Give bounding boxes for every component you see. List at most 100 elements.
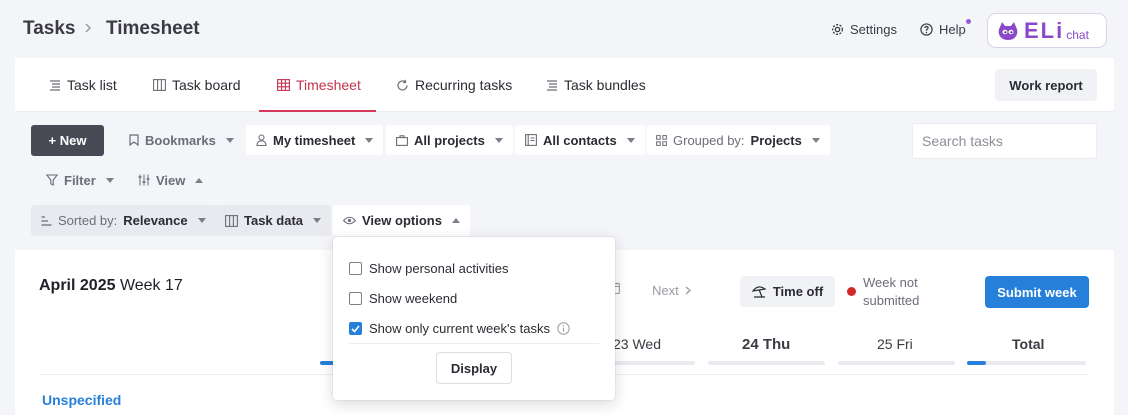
week-status: Week not submitted <box>863 275 920 308</box>
work-report-button[interactable]: Work report <box>995 69 1097 101</box>
view-options-dropdown[interactable]: View options <box>333 205 470 236</box>
tab-label: Task bundles <box>564 77 646 93</box>
total-progress-bar <box>967 361 1086 365</box>
beach-umbrella-icon <box>751 285 767 298</box>
settings-link[interactable]: Settings <box>831 22 897 37</box>
chevron-right-icon <box>685 286 691 295</box>
top-bar: Tasks Timesheet Settings Help ELi chat <box>0 0 1128 58</box>
time-off-label: Time off <box>772 284 824 299</box>
cat-mascot-icon <box>997 21 1019 41</box>
grouped-by-value: Projects <box>750 132 802 148</box>
chevron-right-icon <box>84 23 92 33</box>
month-year: April 2025 <box>39 277 116 294</box>
total-progress-fill <box>967 361 987 365</box>
tab-task-board[interactable]: Task board <box>153 58 240 112</box>
day-progress-bar <box>708 361 825 365</box>
list-icon <box>49 79 61 91</box>
view-options-menu: Show personal activities Show weekend Sh… <box>333 237 615 400</box>
menu-divider <box>349 343 599 344</box>
view-dropdown[interactable]: View <box>128 165 213 195</box>
filter-icon <box>46 174 58 186</box>
caret-down-icon <box>197 218 206 223</box>
user-icon <box>256 134 267 146</box>
day-progress-bar <box>838 361 955 365</box>
eli-chat-label: chat <box>1066 28 1089 42</box>
gear-icon <box>831 23 844 36</box>
status-dot <box>847 287 856 296</box>
sort-icon <box>41 215 52 226</box>
view-label: View <box>156 172 186 188</box>
eli-logo-text: ELi <box>1024 17 1065 43</box>
total-header: Total <box>1012 336 1045 352</box>
search-input[interactable] <box>912 123 1097 159</box>
sorted-by-dropdown[interactable]: Sorted by: Relevance <box>31 205 216 236</box>
my-timesheet-label: My timesheet <box>273 132 356 148</box>
tab-label: Timesheet <box>296 77 361 93</box>
breadcrumb-tasks[interactable]: Tasks <box>23 18 75 40</box>
settings-label: Settings <box>850 22 897 37</box>
tab-task-bundles[interactable]: Task bundles <box>546 58 646 112</box>
briefcase-icon <box>396 134 408 146</box>
list-icon <box>546 79 558 91</box>
task-data-label: Task data <box>244 213 304 228</box>
caret-down-icon <box>225 137 234 143</box>
show-personal-activities-option[interactable]: Show personal activities <box>349 261 508 276</box>
checkbox[interactable] <box>349 292 362 305</box>
group-header-unspecified[interactable]: Unspecified <box>42 392 121 408</box>
timesheet-period: April 2025 Week 17 <box>39 277 183 295</box>
day-header: 23 Wed <box>613 336 661 352</box>
caret-down-icon <box>494 137 503 143</box>
notification-dot <box>966 19 971 24</box>
sliders-icon <box>138 174 150 186</box>
grouped-by-dropdown[interactable]: Grouped by: Projects <box>646 125 830 155</box>
new-button[interactable]: + New <box>31 125 104 156</box>
caret-up-icon <box>451 218 460 223</box>
time-off-button[interactable]: Time off <box>740 276 835 307</box>
view-options-label: View options <box>362 213 442 228</box>
filter-label: Filter <box>64 172 96 188</box>
next-week-button[interactable]: Next <box>652 283 691 298</box>
filter-dropdown[interactable]: Filter <box>36 165 124 195</box>
option-label: Show personal activities <box>369 261 509 276</box>
tab-label: Task board <box>172 77 241 93</box>
tab-label: Recurring tasks <box>415 77 513 93</box>
day-header: 24 Thu <box>742 336 791 353</box>
bookmarks-label: Bookmarks <box>145 132 216 148</box>
tab-task-list[interactable]: Task list <box>49 58 117 112</box>
columns-icon <box>225 214 238 227</box>
tab-timesheet[interactable]: Timesheet <box>277 58 361 112</box>
page-title: Timesheet <box>106 18 200 39</box>
submit-week-button[interactable]: Submit week <box>985 276 1089 308</box>
help-label: Help <box>939 22 966 37</box>
task-data-dropdown[interactable]: Task data <box>215 205 332 236</box>
show-weekend-option[interactable]: Show weekend <box>349 291 457 306</box>
caret-down-icon <box>105 177 114 183</box>
help-icon <box>920 23 933 36</box>
checkbox-checked[interactable] <box>349 322 362 335</box>
eli-chat-button[interactable]: ELi chat <box>987 13 1107 48</box>
grouped-by-prefix: Grouped by: <box>673 132 745 148</box>
bookmarks-dropdown[interactable]: Bookmarks <box>119 125 244 155</box>
option-label: Show only current week's tasks <box>369 321 550 336</box>
checkbox[interactable] <box>349 262 362 275</box>
all-contacts-dropdown[interactable]: All contacts <box>515 125 645 155</box>
all-projects-label: All projects <box>414 132 485 148</box>
help-link[interactable]: Help <box>920 22 966 37</box>
option-label: Show weekend <box>369 291 458 306</box>
tab-label: Task list <box>67 77 117 93</box>
eye-icon <box>343 216 356 225</box>
sorted-by-prefix: Sorted by: <box>58 213 118 228</box>
all-contacts-label: All contacts <box>543 132 617 148</box>
next-label: Next <box>652 283 679 298</box>
board-icon <box>153 79 166 91</box>
display-button[interactable]: Display <box>436 352 512 384</box>
toolbar: + New Bookmarks My timesheet All project… <box>15 112 1114 250</box>
contacts-icon <box>525 134 537 146</box>
show-current-week-tasks-option[interactable]: Show only current week's tasks <box>349 321 570 336</box>
sorted-by-value: Relevance <box>123 213 188 228</box>
all-projects-dropdown[interactable]: All projects <box>386 125 513 155</box>
group-grid-icon <box>656 134 667 146</box>
info-icon[interactable] <box>557 322 570 335</box>
tab-recurring-tasks[interactable]: Recurring tasks <box>396 58 512 112</box>
my-timesheet-dropdown[interactable]: My timesheet <box>246 125 384 155</box>
